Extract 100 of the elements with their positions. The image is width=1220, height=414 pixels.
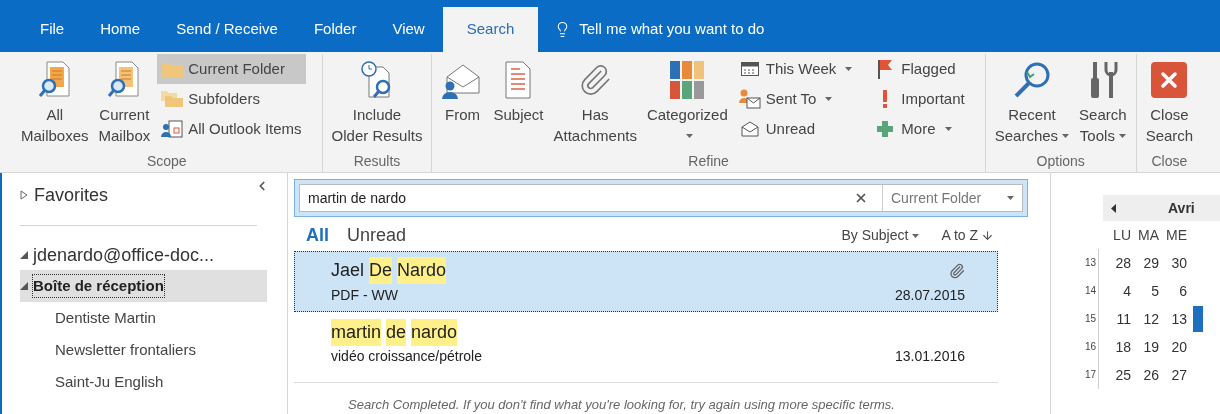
calendar-day[interactable]: 12 [1131,308,1159,330]
calendar-day[interactable]: 27 [1159,364,1187,386]
ribbon-button[interactable]: Current Mailbox [95,54,154,148]
group-label: Options [1036,152,1085,171]
color-grid-icon [669,60,706,100]
arrange-dropdown[interactable]: By Subject [841,225,920,247]
caret-icon [1007,196,1014,200]
message-subject: PDF - WW [331,285,398,305]
ribbon-button[interactable]: Important [870,84,969,114]
weekday-label: ME [1165,226,1187,245]
ribbon-button[interactable]: From [438,54,487,127]
calendar-day[interactable]: 6 [1159,280,1187,302]
exclamation-icon [882,90,889,108]
message-date: 13.01.2016 [894,347,965,367]
group-label: Refine [688,152,729,171]
clear-icon[interactable] [854,191,868,205]
previous-month-icon[interactable] [1111,203,1116,213]
plus-icon [877,121,894,137]
scope-dropdown[interactable]: Current Folder [882,185,1022,211]
filter-tab[interactable]: All [306,222,329,250]
calendar-day[interactable]: 25 [1103,364,1131,386]
ribbon-tab[interactable]: Send / Receive [158,7,296,52]
sender-name-word: Jael [331,259,365,283]
message-subject: vidéo croissance/pétrole [331,347,482,367]
ribbon-button[interactable]: Flagged [870,54,969,84]
month-label: Avri [1168,198,1195,218]
flag-icon [877,59,894,79]
calendar-icon [740,62,759,76]
group-label: Close [1151,152,1188,171]
caret-icon [912,233,920,238]
group-label: Results [353,152,401,171]
ribbon-button[interactable]: This Week [734,54,857,84]
ribbon-button[interactable]: Recent Searches [991,54,1073,148]
ribbon-button[interactable]: More [870,114,969,144]
week-number: 16 [1081,333,1099,361]
folder-icon [161,61,184,77]
ribbon-button[interactable]: Unread [734,114,857,144]
week-number: 17 [1081,361,1099,389]
folder-item[interactable]: Newsletter frontaliers [20,334,257,366]
calendar-day[interactable]: 20 [1159,336,1187,358]
calendar-day[interactable]: 29 [1131,252,1159,274]
ribbon-button[interactable]: Close Search [1142,54,1197,148]
tell-me-field[interactable]: Tell me what you want to do [554,7,765,52]
expanded-triangle-icon[interactable] [20,251,28,259]
ribbon-button[interactable]: Current Folder [157,54,306,84]
expanded-triangle-icon[interactable] [20,282,28,290]
message-item[interactable]: martin de nardo vidéo croissance/pétrole 13.01.2016 [294,312,998,374]
ribbon-button[interactable]: Has Attachments [550,54,640,148]
ribbon-tab[interactable]: Folder [295,7,375,52]
down-arrow-icon [981,229,994,243]
search-field[interactable]: martin de nardo Current Folder [299,184,1023,212]
ribbon-tab[interactable]: File [22,7,83,52]
sender-name-word: nardo [411,318,458,346]
week-number: 13 [1081,249,1099,277]
ribbon-button[interactable]: Subject [490,54,547,127]
week-number: 14 [1081,277,1099,305]
status-message: Search Completed. If you don't find what you're looking for, try again using more specific terms. [347,395,896,414]
calendar-day[interactable]: 26 [1131,364,1159,386]
ribbon-button[interactable]: Subfolders [157,84,306,114]
weekday-label: MA [1137,226,1159,245]
calendar-day[interactable]: 5 [1131,280,1159,302]
ribbon-tab[interactable]: Search [442,7,539,52]
account-name[interactable]: jdenardo@office-doc... [33,241,215,269]
weekday-label: LU [1112,226,1131,245]
calendar-day[interactable]: 11 [1103,308,1131,330]
folders-icon [161,91,184,107]
calendar-day[interactable]: 13 [1159,308,1187,330]
ribbon-button[interactable]: Search Tools [1076,54,1130,148]
person-envelope-icon [738,89,761,109]
paperclip-icon [578,63,613,97]
calendar-day[interactable]: 30 [1159,252,1187,274]
ribbon-button[interactable]: All Outlook Items [157,114,306,144]
ribbon-button[interactable]: Sent To [734,84,857,114]
ribbon-button[interactable]: Categorized [643,54,731,148]
message-item[interactable]: Jael De Nardo PDF - WW 28.07.2015 [294,250,998,313]
ribbon-tab[interactable]: Home [82,7,159,52]
group-label: Scope [146,152,187,171]
folder-item[interactable]: Boîte de réception [20,270,267,302]
sender-name-word: martin [331,318,381,346]
calendar-day[interactable]: 19 [1131,336,1159,358]
open-envelope-icon [740,121,759,137]
favorites-header[interactable]: Favorites [34,181,109,209]
calendar-day[interactable]: 18 [1103,336,1131,358]
mailbox-search-icon [36,60,73,100]
collapsed-triangle-icon[interactable] [20,190,28,200]
calendar-day[interactable]: 4 [1103,280,1131,302]
ribbon-button[interactable]: All Mailboxes [18,54,92,148]
filter-tab[interactable]: Unread [347,222,407,250]
sender-name-word: Nardo [397,257,447,285]
message-date: 28.07.2015 [894,285,965,305]
sort-order-button[interactable]: A to Z [941,225,994,247]
close-icon [1151,62,1188,98]
sender-name-word: De [369,257,393,285]
ribbon-tab[interactable]: View [374,7,443,52]
sender-name-word: de [386,318,407,346]
calendar-day[interactable]: 28 [1103,252,1131,274]
folder-item[interactable]: Saint-Ju English [20,366,257,398]
ribbon-button[interactable]: Include Older Results [328,54,426,148]
people-calendar-icon [161,119,184,139]
folder-item[interactable]: Dentiste Martin [20,302,257,334]
